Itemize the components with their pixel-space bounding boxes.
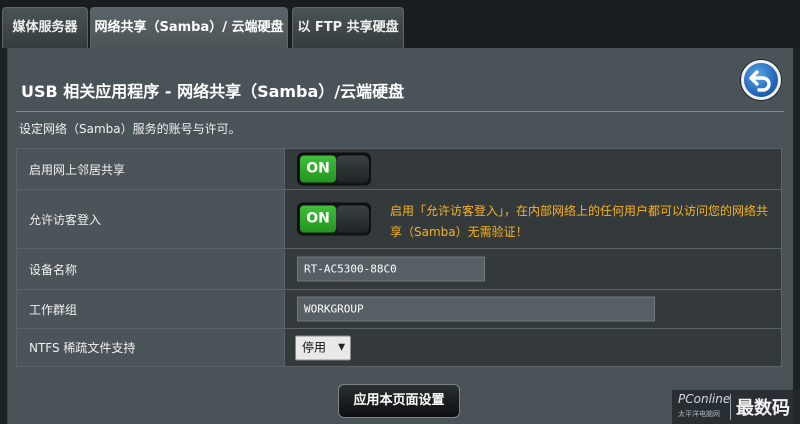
watermark-divider [730,394,731,420]
setting-label: 工作群组 [16,289,285,329]
workgroup-input[interactable]: WORKGROUP [297,296,655,322]
tab-bar: 媒体服务器 网络共享（Samba）/ 云端硬盘 以 FTP 共享硬盘 [0,0,800,48]
setting-row-network-neighborhood: 启用网上邻居共享 ON [16,148,782,190]
setting-row-ntfs-sparse: NTFS 稀疏文件支持 停用 ▼ [16,328,782,367]
device-name-input[interactable]: RT-AC5300-88C0 [297,256,485,282]
watermark-site: PConline [678,392,731,406]
main-panel: USB 相关应用程序 - 网络共享（Samba）/云端硬盘 设定网络（Samba… [7,48,793,424]
tab-ftp-share[interactable]: 以 FTP 共享硬盘 [292,7,404,48]
ntfs-sparse-select[interactable]: 停用 ▼ [295,335,351,360]
setting-label: 设备名称 [16,248,285,290]
title-divider [16,111,784,112]
back-button[interactable] [741,60,781,100]
chevron-down-icon: ▼ [338,342,345,352]
settings-table: 启用网上邻居共享 ON 允许访客登入 ON 启用「允许访客登入」，在内部网络上的… [16,148,782,367]
setting-row-workgroup: 工作群组 WORKGROUP [16,289,782,329]
toggle-knob [336,205,369,233]
page-title: USB 相关应用程序 - 网络共享（Samba）/云端硬盘 [21,82,405,101]
tab-media-server[interactable]: 媒体服务器 [2,7,88,48]
guest-login-toggle[interactable]: ON [297,202,371,236]
toggle-on-label: ON [300,155,336,183]
guest-login-warning: 启用「允许访客登入」，在内部网络上的任何用户都可以访问您的网络共享（Samba）… [390,204,769,239]
page-description: 设定网络（Samba）服务的账号与许可。 [19,122,241,136]
network-neighborhood-toggle[interactable]: ON [297,152,371,186]
back-arrow-icon [749,70,771,92]
setting-row-device-name: 设备名称 RT-AC5300-88C0 [16,248,782,290]
watermark-brand: 最数码 [736,398,790,419]
setting-row-guest-login: 允许访客登入 ON 启用「允许访客登入」，在内部网络上的任何用户都可以访问您的网… [16,189,782,249]
toggle-knob [336,155,369,183]
setting-label: 允许访客登入 [16,189,285,249]
select-value: 停用 [302,340,327,354]
toggle-on-label: ON [300,205,336,233]
apply-settings-button[interactable]: 应用本页面设置 [338,384,460,418]
setting-label: NTFS 稀疏文件支持 [16,328,285,367]
tab-samba-share[interactable]: 网络共享（Samba）/ 云端硬盘 [90,7,288,48]
watermark-site-sub: 太平洋电脑网 [678,410,720,418]
watermark: PConline 太平洋电脑网 最数码 [672,390,800,424]
setting-label: 启用网上邻居共享 [16,148,285,190]
